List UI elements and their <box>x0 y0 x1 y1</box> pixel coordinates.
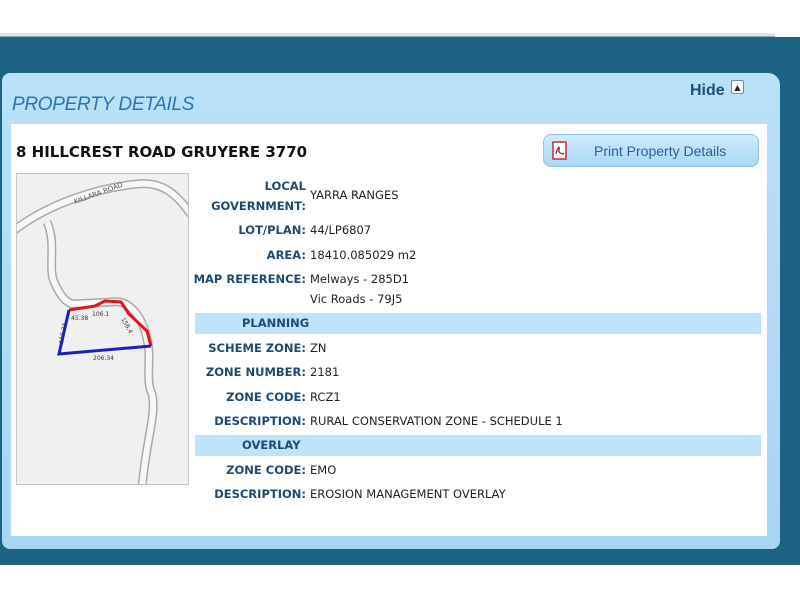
field-label: ZONE NUMBER: <box>205 365 306 379</box>
collapse-arrow-icon[interactable]: ▲ <box>731 80 744 94</box>
field-label: LOCAL <box>264 179 306 193</box>
field-label: MAP REFERENCE: <box>193 272 306 286</box>
field-label: AREA: <box>266 248 306 262</box>
field-label: GOVERNMENT: <box>211 199 306 213</box>
print-button-label: Print Property Details <box>594 142 727 159</box>
overlay-description-value: EROSION MANAGEMENT OVERLAY <box>310 487 506 501</box>
property-address: 8 HILLCREST ROAD GRUYERE 3770 <box>16 143 308 161</box>
area-value: 18410.085029 m2 <box>310 248 417 262</box>
dimension-label: 110.34 <box>58 322 69 344</box>
hide-link[interactable]: Hide <box>690 82 725 100</box>
zone-code-value: RCZ1 <box>310 390 341 404</box>
field-label: ZONE CODE: <box>226 390 306 404</box>
top-strip <box>0 0 800 37</box>
dimension-label: 206.34 <box>93 355 114 362</box>
bottom-strip <box>0 565 800 600</box>
panel-title: PROPERTY DETAILS <box>12 94 195 115</box>
overlay-zone-code-value: EMO <box>310 463 337 477</box>
map-graphic: KILLARA ROAD 45.38 106.1 158.4 110.34 20… <box>17 179 188 484</box>
section-heading: OVERLAY <box>242 438 301 452</box>
local-government-value: YARRA RANGES <box>310 188 399 202</box>
dimension-label: 106.1 <box>92 311 109 318</box>
print-property-details-button[interactable]: Print Property Details <box>543 134 759 167</box>
description-value: RURAL CONSERVATION ZONE - SCHEDULE 1 <box>310 414 563 428</box>
field-label: DESCRIPTION: <box>214 487 306 501</box>
field-label: ZONE CODE: <box>226 463 306 477</box>
dimension-label: 158.4 <box>119 317 134 336</box>
field-label: DESCRIPTION: <box>214 414 306 428</box>
property-map[interactable]: KILLARA ROAD 45.38 106.1 158.4 110.34 20… <box>16 173 189 485</box>
map-reference-value: Melways - 285D1 <box>310 272 410 286</box>
zone-number-value: 2181 <box>310 365 340 379</box>
section-heading: PLANNING <box>242 316 310 330</box>
lot-plan-value: 44/LP6807 <box>310 223 372 237</box>
field-label: SCHEME ZONE: <box>208 341 306 355</box>
scheme-zone-value: ZN <box>310 341 327 355</box>
map-reference-value: Vic Roads - 79J5 <box>310 292 403 306</box>
overlay-section-header: OVERLAY <box>195 435 761 456</box>
planning-section-header: PLANNING <box>195 313 761 334</box>
dimension-label: 45.38 <box>71 315 88 322</box>
field-label: LOT/PLAN: <box>238 223 306 237</box>
pdf-icon <box>552 140 567 160</box>
